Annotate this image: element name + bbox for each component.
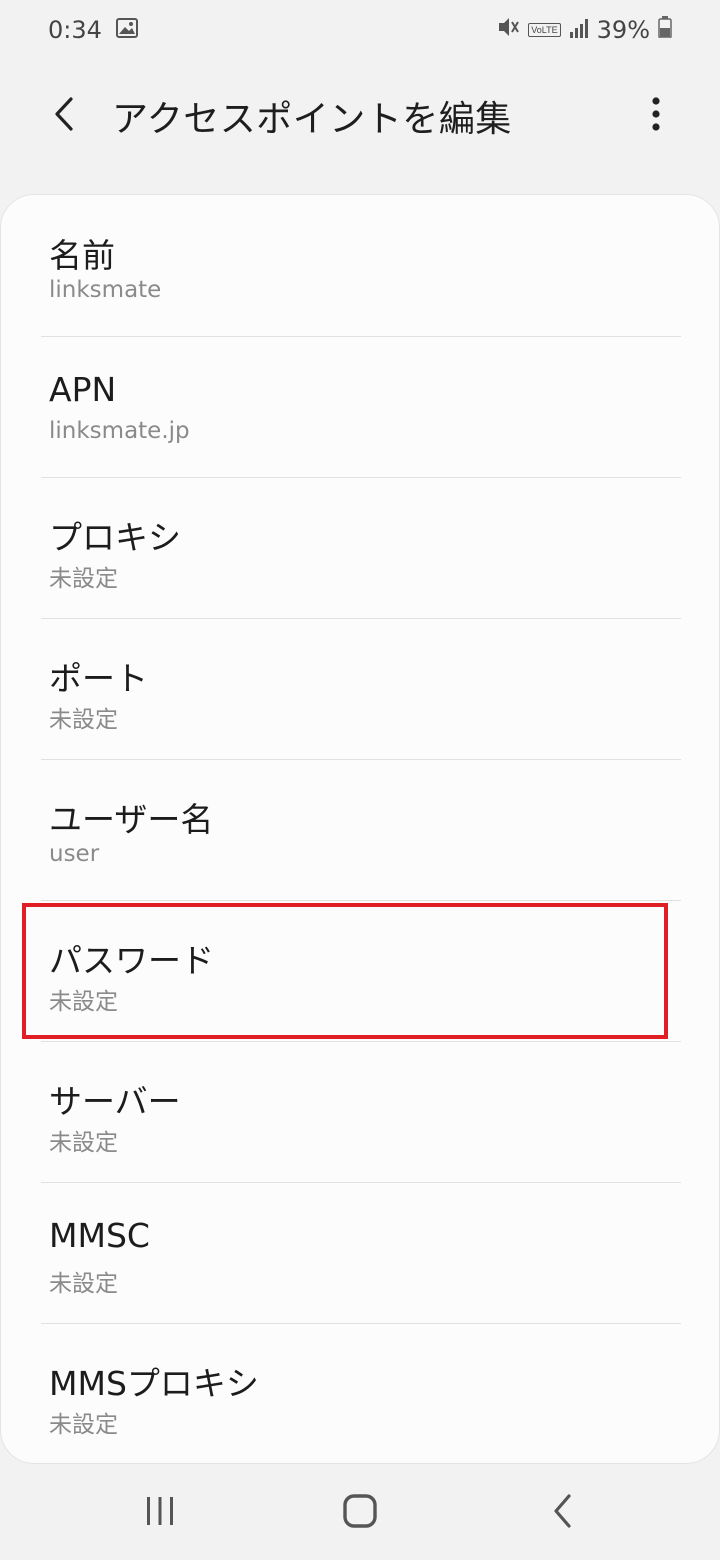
navigation-bar — [0, 1464, 720, 1560]
setting-value: user — [49, 841, 100, 867]
setting-row-mmsc[interactable]: MMSC 未設定 — [1, 1182, 719, 1323]
home-button[interactable] — [330, 1488, 390, 1538]
setting-label: 名前 — [49, 236, 115, 275]
more-vert-icon — [650, 97, 662, 135]
recent-apps-icon — [144, 1495, 176, 1531]
setting-row-proxy[interactable]: プロキシ 未設定 — [1, 477, 719, 618]
signal-icon — [569, 16, 589, 44]
setting-label: MMSプロキシ — [49, 1364, 259, 1403]
setting-label: ユーザー名 — [49, 800, 214, 839]
chevron-left-icon — [50, 96, 78, 136]
setting-value: linksmate — [49, 277, 162, 303]
setting-value: 未設定 — [49, 566, 118, 592]
setting-row-apn[interactable]: APN linksmate.jp — [1, 336, 719, 477]
gallery-icon — [115, 16, 138, 44]
battery-percent: 39% — [596, 16, 650, 44]
setting-label: プロキシ — [49, 518, 181, 557]
mute-icon — [496, 16, 520, 44]
setting-row-username[interactable]: ユーザー名 user — [1, 759, 719, 900]
setting-row-password[interactable]: パスワード 未設定 — [1, 900, 719, 1041]
volte-icon: VoLTE — [528, 23, 561, 37]
more-options-button[interactable] — [632, 92, 680, 140]
setting-value: 未設定 — [49, 1271, 118, 1297]
status-bar: 0:34 VoLTE 39% — [0, 0, 720, 60]
setting-label: MMSC — [49, 1216, 150, 1255]
status-time: 0:34 — [48, 16, 102, 44]
back-button[interactable] — [40, 92, 88, 140]
battery-icon — [658, 16, 672, 44]
setting-value: 未設定 — [49, 707, 118, 733]
status-right: VoLTE 39% — [496, 16, 672, 44]
setting-row-mms-proxy[interactable]: MMSプロキシ 未設定 — [1, 1323, 719, 1463]
settings-card: 名前 linksmate APN linksmate.jp プロキシ 未設定 ポ… — [0, 194, 720, 1464]
nav-back-button[interactable] — [533, 1488, 593, 1538]
setting-value: 未設定 — [49, 1412, 118, 1438]
home-icon — [342, 1493, 378, 1533]
status-left: 0:34 — [48, 16, 138, 44]
back-icon — [551, 1493, 575, 1533]
setting-value: linksmate.jp — [49, 418, 190, 444]
setting-label: パスワード — [49, 941, 214, 980]
setting-label: サーバー — [49, 1082, 181, 1121]
setting-row-server[interactable]: サーバー 未設定 — [1, 1041, 719, 1182]
setting-value: 未設定 — [49, 989, 118, 1015]
setting-value: 未設定 — [49, 1130, 118, 1156]
setting-row-name[interactable]: 名前 linksmate — [1, 195, 719, 336]
page-title: アクセスポイントを編集 — [112, 99, 512, 140]
setting-label: ポート — [49, 659, 148, 698]
setting-label: APN — [49, 370, 117, 409]
app-bar: アクセスポイントを編集 — [0, 70, 720, 162]
setting-row-port[interactable]: ポート 未設定 — [1, 618, 719, 759]
recent-apps-button[interactable] — [130, 1488, 190, 1538]
